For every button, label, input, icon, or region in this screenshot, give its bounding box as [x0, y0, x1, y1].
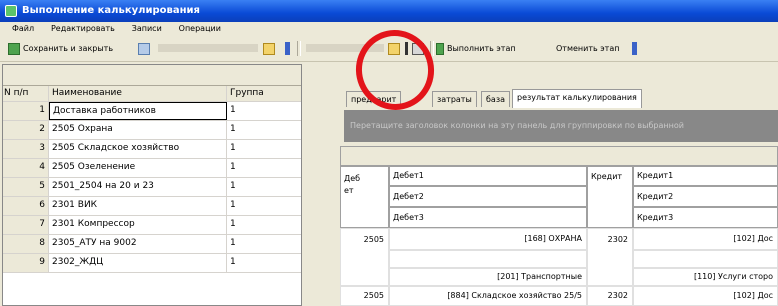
app-icon	[5, 5, 17, 17]
disabled-toolbar-items-2	[306, 44, 384, 52]
cell-credit2[interactable]	[633, 250, 778, 268]
col-header-credit3[interactable]: Кредит3	[633, 207, 778, 228]
row-group[interactable]: 1	[227, 254, 301, 272]
dropdown-arrow-icon[interactable]	[405, 42, 408, 55]
toolbar-chevron-icon-2[interactable]	[632, 42, 637, 55]
table-row[interactable]: 9 2302_ЖДЦ 1	[3, 254, 301, 273]
table-row[interactable]: 8 2305_АТУ на 9002 1	[3, 235, 301, 254]
table-row[interactable]: 4 2505 Озеленение 1	[3, 159, 301, 178]
row-group[interactable]: 1	[227, 197, 301, 215]
cell-debet3[interactable]: [201] Транспортные	[389, 268, 587, 286]
table-row[interactable]: 7 2301 Компрессор 1	[3, 216, 301, 235]
run-icon	[436, 42, 444, 55]
tab-bar: предварит затраты база результат калькул…	[336, 88, 778, 108]
tab-preliminary[interactable]: предварит	[346, 91, 402, 107]
folder-button[interactable]	[263, 40, 278, 57]
row-group[interactable]: 1	[227, 140, 301, 158]
save-icon	[8, 42, 20, 55]
row-num: 7	[3, 216, 49, 234]
menu-edit[interactable]: Редактировать	[51, 24, 115, 33]
col-header-debet1[interactable]: Дебет1	[389, 166, 587, 186]
cell-credit3[interactable]: [110] Услуги сторо	[633, 268, 778, 286]
row-num: 2	[3, 121, 49, 139]
row-name[interactable]: 2301 Компрессор	[49, 216, 227, 234]
table-row[interactable]: 1 Доставка работников 1	[3, 102, 301, 121]
cell-credit[interactable]: 2302	[587, 228, 633, 286]
grid-header-band	[340, 146, 778, 166]
floppy-icon	[138, 42, 150, 55]
menu-bar: Файл Редактировать Записи Операции	[0, 22, 778, 36]
save-close-button[interactable]: Сохранить и закрыть	[8, 40, 113, 57]
cell-credit[interactable]: 2302	[587, 286, 633, 306]
row-group[interactable]: 1	[227, 216, 301, 234]
tab-calc-result[interactable]: результат калькулирования	[512, 89, 642, 108]
row-name[interactable]: Доставка работников	[49, 102, 227, 120]
table-header: N п/п Наименование Группа	[3, 86, 301, 102]
row-group[interactable]: 1	[227, 178, 301, 196]
row-num: 5	[3, 178, 49, 196]
group-panel	[3, 65, 301, 86]
col-header-debet3[interactable]: Дебет3	[389, 207, 587, 228]
row-name[interactable]: 2505 Озеленение	[49, 159, 227, 177]
menu-operations[interactable]: Операции	[179, 24, 221, 33]
cell-debet1[interactable]: [884] Складское хозяйство 25/5	[389, 286, 587, 306]
row-name[interactable]: 2505 Охрана	[49, 121, 227, 139]
printer-icon	[412, 42, 424, 55]
table-row[interactable]: 3 2505 Складское хозяйство 1	[3, 140, 301, 159]
cell-credit1[interactable]: [102] Дос	[633, 286, 778, 306]
col-header-credit2[interactable]: Кредит2	[633, 186, 778, 207]
col-header-debit[interactable]: Деб ет	[340, 166, 389, 228]
cell-debet2[interactable]	[389, 250, 587, 268]
cancel-stage-button[interactable]: Отменить этап	[556, 40, 619, 57]
save-button[interactable]	[138, 40, 153, 57]
menu-file[interactable]: Файл	[12, 24, 34, 33]
row-num: 8	[3, 235, 49, 253]
tab-costs[interactable]: затраты	[432, 91, 477, 107]
grouping-panel[interactable]: Перетащите заголовок колонки на эту пане…	[344, 110, 778, 142]
toolbar-separator	[297, 41, 301, 56]
stages-list-panel: N п/п Наименование Группа 1 Доставка раб…	[2, 64, 302, 306]
window-title: Выполнение калькулирования	[22, 5, 200, 16]
col-header-group[interactable]: Группа	[227, 86, 301, 101]
row-name[interactable]: 2505 Складское хозяйство	[49, 140, 227, 158]
col-header-num[interactable]: N п/п	[3, 86, 49, 101]
cell-debet1[interactable]: [168] ОХРАНА	[389, 228, 587, 250]
table-row[interactable]: 5 2501_2504 на 20 и 23 1	[3, 178, 301, 197]
menu-records[interactable]: Записи	[132, 24, 162, 33]
table-row[interactable]: 2 2505 Охрана 1	[3, 121, 301, 140]
row-num: 6	[3, 197, 49, 215]
row-group[interactable]: 1	[227, 102, 301, 120]
col-header-name[interactable]: Наименование	[49, 86, 227, 101]
table-row[interactable]: 6 2301 ВИК 1	[3, 197, 301, 216]
run-stage-button[interactable]: Выполнить этап	[436, 40, 516, 57]
calculator-icon	[388, 42, 400, 55]
row-group[interactable]: 1	[227, 235, 301, 253]
row-name[interactable]: 2501_2504 на 20 и 23	[49, 178, 227, 196]
disabled-toolbar-items	[158, 44, 258, 52]
row-name[interactable]: 2305_АТУ на 9002	[49, 235, 227, 253]
col-header-credit[interactable]: Кредит	[587, 166, 633, 228]
row-group[interactable]: 1	[227, 159, 301, 177]
folder-icon	[263, 42, 275, 55]
row-group[interactable]: 1	[227, 121, 301, 139]
row-num: 1	[3, 102, 49, 120]
print-button[interactable]	[412, 40, 427, 57]
row-name[interactable]: 2301 ВИК	[49, 197, 227, 215]
toolbar-separator-2	[430, 41, 434, 56]
cell-debit[interactable]: 2505	[340, 286, 389, 306]
cell-debit[interactable]: 2505	[340, 228, 389, 286]
row-num: 3	[3, 140, 49, 158]
toolbar: Сохранить и закрыть Выполнить этап Отмен…	[0, 36, 778, 62]
tab-base[interactable]: база	[481, 91, 510, 107]
window-titlebar: Выполнение калькулирования	[0, 0, 778, 22]
toolbar-chevron-icon[interactable]	[285, 42, 290, 55]
col-header-credit1[interactable]: Кредит1	[633, 166, 778, 186]
col-header-debet2[interactable]: Дебет2	[389, 186, 587, 207]
row-num: 4	[3, 159, 49, 177]
row-num: 9	[3, 254, 49, 272]
row-name[interactable]: 2302_ЖДЦ	[49, 254, 227, 272]
calc-button[interactable]	[388, 40, 403, 57]
cell-credit1[interactable]: [102] Дос	[633, 228, 778, 250]
